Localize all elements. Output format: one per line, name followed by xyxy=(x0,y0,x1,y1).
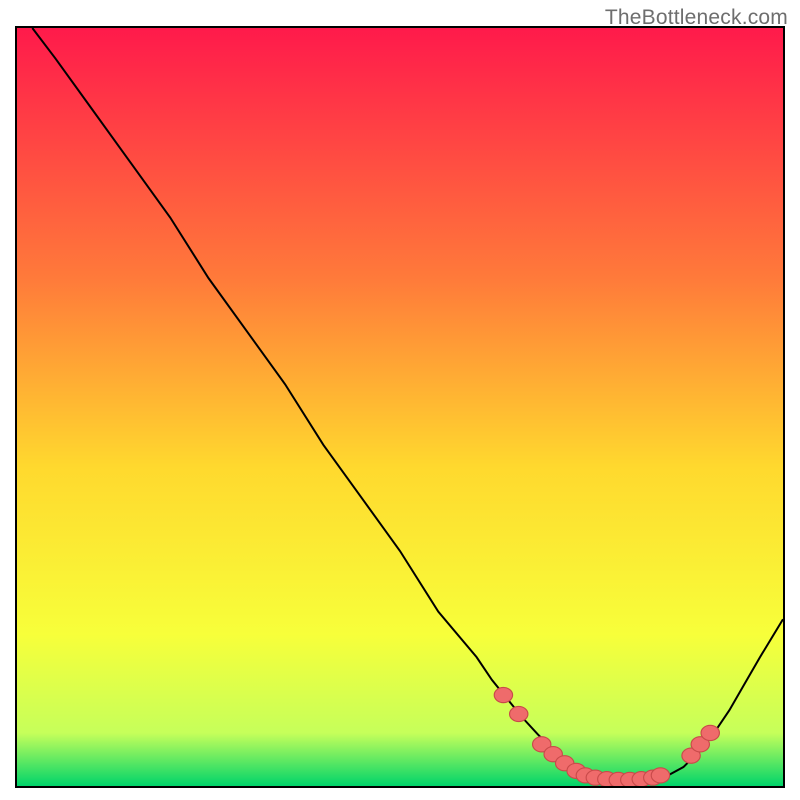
plot-frame xyxy=(15,26,785,788)
curve-marker-dot xyxy=(510,706,528,721)
curve-marker-dot xyxy=(651,768,669,783)
curve-marker-dot xyxy=(494,687,512,702)
chart-container: TheBottleneck.com xyxy=(0,0,800,800)
curve-markers xyxy=(17,28,783,786)
curve-marker-dot xyxy=(701,725,719,740)
